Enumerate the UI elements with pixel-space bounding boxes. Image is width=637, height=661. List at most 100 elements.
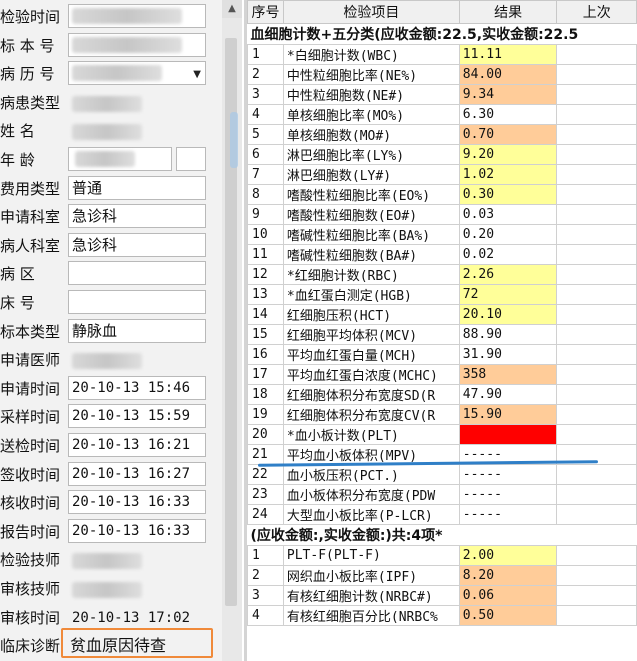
test-result[interactable]: 9	[458, 424, 558, 445]
row-number: 20	[247, 424, 284, 445]
table-row[interactable]: 17 平均血红蛋白浓度(MCHC) 358	[247, 364, 637, 385]
test-result[interactable]: 15.90	[458, 404, 558, 425]
splitter-handle[interactable]	[230, 112, 238, 168]
table-row[interactable]: 22 血小板压积(PCT.) -----	[247, 464, 637, 485]
age-unit-field[interactable]	[176, 147, 206, 171]
test-result[interactable]: 1.02	[458, 164, 558, 185]
table-row[interactable]: 2 网织血小板比率(IPF) 8.20	[247, 565, 637, 586]
form-input[interactable]	[68, 4, 206, 28]
test-result[interactable]: 0.50	[458, 605, 558, 626]
test-result[interactable]: 0.02	[458, 244, 558, 265]
header-seq[interactable]: 序号	[247, 0, 284, 24]
form-input[interactable]	[68, 32, 206, 57]
test-result[interactable]: 9.34	[458, 84, 558, 105]
table-row[interactable]: 8 嗜酸性粒细胞比率(EO%) 0.30	[247, 184, 637, 205]
table-row[interactable]: 4 单核细胞比率(MO%) 6.30	[247, 104, 637, 125]
table-row[interactable]: 7 淋巴细胞数(LY#) 1.02	[247, 164, 637, 185]
table-row[interactable]: 20 *血小板计数(PLT) 9	[247, 424, 637, 445]
row-number: 7	[247, 164, 284, 185]
form-label: 年 龄	[0, 151, 35, 169]
form-label: 审核技师	[0, 580, 61, 598]
table-row[interactable]: 3 中性粒细胞数(NE#) 9.34	[247, 84, 637, 105]
test-result[interactable]: 8.20	[458, 565, 558, 586]
form-input[interactable]: ▼	[68, 61, 206, 86]
test-result[interactable]: 9.20	[458, 144, 558, 165]
test-item-name: 淋巴细胞比率(LY%)	[282, 144, 460, 165]
form-input[interactable]: 急诊科	[68, 232, 206, 257]
test-result[interactable]: 2.26	[458, 264, 558, 285]
header-previous[interactable]: 上次	[556, 0, 637, 24]
form-label: 病 历 号	[0, 65, 55, 84]
header-item[interactable]: 检验项目	[282, 0, 460, 24]
test-result[interactable]: 0.30	[458, 184, 558, 205]
table-row[interactable]: 1 PLT-F(PLT-F) 2.00	[247, 545, 637, 566]
table-row[interactable]: 2 中性粒细胞比率(NE%) 84.00	[247, 64, 637, 85]
test-result[interactable]: -----	[458, 464, 558, 485]
form-input[interactable]: 20-10-13 15:46	[68, 375, 206, 400]
table-row[interactable]: 11 嗜碱性粒细胞数(BA#) 0.02	[247, 244, 637, 265]
test-result[interactable]: 84.00	[458, 64, 558, 85]
previous-result	[556, 545, 637, 566]
header-result[interactable]: 结果	[458, 0, 558, 24]
arrow-up-icon[interactable]: ▲	[222, 0, 242, 18]
table-row[interactable]: 23 血小板体积分布宽度(PDW -----	[247, 484, 637, 505]
table-row[interactable]: 15 红细胞平均体积(MCV) 88.90	[247, 324, 637, 345]
test-result[interactable]: 2.00	[458, 545, 558, 566]
group-header-row[interactable]: (应收金额:,实收金额:)共:4项*	[247, 524, 637, 546]
test-result[interactable]: 6.30	[458, 104, 558, 125]
table-row[interactable]: 6 淋巴细胞比率(LY%) 9.20	[247, 144, 637, 165]
previous-result	[556, 344, 637, 365]
table-row[interactable]: 3 有核红细胞计数(NRBC#) 0.06	[247, 585, 637, 606]
previous-result	[556, 84, 637, 105]
form-input[interactable]: 20-10-13 16:33	[68, 518, 206, 543]
form-input[interactable]: 20-10-13 16:33	[68, 490, 206, 515]
form-label: 检验时间	[0, 8, 61, 26]
table-row[interactable]: 5 单核细胞数(MO#) 0.70	[247, 124, 637, 145]
form-input[interactable]: 急诊科	[68, 204, 206, 229]
test-result[interactable]: 88.90	[458, 324, 558, 345]
form-input[interactable]: 20-10-13 16:21	[68, 433, 206, 457]
test-result[interactable]: -----	[458, 484, 558, 505]
table-row[interactable]: 19 红细胞体积分布宽度CV(R 15.90	[247, 404, 637, 425]
table-row[interactable]: 16 平均血红蛋白量(MCH) 31.90	[247, 344, 637, 365]
test-result[interactable]: 358	[458, 364, 558, 385]
test-result[interactable]: 0.70	[458, 124, 558, 145]
group-title: (应收金额:,实收金额:)共:4项*	[247, 524, 637, 546]
form-label: 床 号	[0, 294, 35, 312]
form-input[interactable]: 20-10-13 15:59	[68, 404, 206, 429]
test-result[interactable]: 31.90	[458, 344, 558, 365]
test-item-name: 嗜酸性粒细胞比率(EO%)	[282, 184, 460, 205]
test-result[interactable]: 0.03	[458, 204, 558, 225]
test-result[interactable]: 0.20	[458, 224, 558, 245]
test-result[interactable]: -----	[458, 504, 558, 525]
form-label: 报告时间	[0, 522, 61, 541]
form-row: 病人科室 急诊科	[0, 232, 222, 260]
test-result[interactable]: 47.90	[458, 384, 558, 405]
table-row[interactable]: 1 *白细胞计数(WBC) 11.11	[247, 44, 637, 65]
test-item-name: 单核细胞比率(MO%)	[282, 104, 460, 125]
table-row[interactable]: 12 *红细胞计数(RBC) 2.26	[247, 264, 637, 285]
previous-result	[556, 224, 637, 245]
age-field[interactable]	[68, 147, 172, 171]
form-input[interactable]	[68, 261, 206, 286]
table-row[interactable]: 14 红细胞压积(HCT) 20.10	[247, 304, 637, 325]
test-result[interactable]: 72	[458, 284, 558, 305]
table-row[interactable]: 24 大型血小板比率(P-LCR) -----	[247, 504, 637, 525]
form-label: 姓 名	[0, 122, 35, 141]
table-row[interactable]: 9 嗜酸性粒细胞数(EO#) 0.03	[247, 204, 637, 225]
test-result[interactable]: 20.10	[458, 304, 558, 325]
form-label: 标 本 号	[0, 36, 55, 55]
form-input[interactable]: 静脉血	[68, 318, 206, 343]
chevron-down-icon[interactable]: ▼	[193, 64, 201, 84]
table-row[interactable]: 13 *血红蛋白测定(HGB) 72	[247, 284, 637, 305]
table-row[interactable]: 10 嗜碱性粒细胞比率(BA%) 0.20	[247, 224, 637, 245]
test-result[interactable]: 11.11	[458, 44, 558, 65]
table-row[interactable]: 18 红细胞体积分布宽度SD(R 47.90	[247, 384, 637, 405]
table-row[interactable]: 4 有核红细胞百分比(NRBC% 0.50	[247, 605, 637, 626]
form-input[interactable]	[68, 290, 206, 314]
group-header-row[interactable]: 血细胞计数+五分类(应收金额:22.5,实收金额:22.5	[247, 23, 637, 45]
test-result[interactable]: 0.06	[458, 585, 558, 606]
test-item-name: 红细胞平均体积(MCV)	[282, 324, 460, 345]
form-input[interactable]: 普通	[68, 175, 206, 200]
form-input[interactable]: 20-10-13 16:27	[68, 461, 206, 486]
